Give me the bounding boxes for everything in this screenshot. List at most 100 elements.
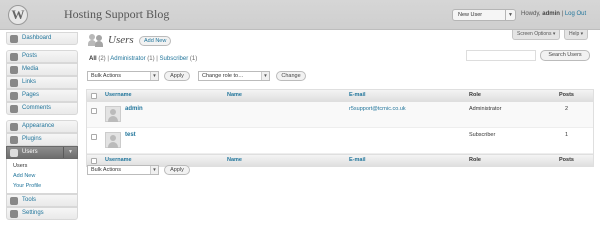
column-email[interactable]: E-mail	[349, 90, 366, 101]
dashboard-icon	[10, 35, 18, 43]
sidebar-item-label: Pages	[22, 92, 40, 98]
filter-all-count: (2)	[98, 56, 106, 62]
table-row: admin r5support@tcrnic.co.uk Administrat…	[87, 102, 593, 128]
table-row: test Subscriber 1	[87, 128, 593, 154]
row-checkbox[interactable]	[91, 134, 97, 140]
select-all-checkbox[interactable]	[91, 93, 97, 99]
plugins-icon	[10, 136, 18, 144]
username-link[interactable]: admin	[125, 106, 143, 112]
sidebar-item-label: Users	[22, 149, 38, 155]
sidebar-item-label: Media	[22, 66, 39, 72]
admin-header: W Hosting Support Blog New User ▼ Howdy,…	[0, 0, 600, 30]
sidebar-item-dashboard[interactable]: Dashboard	[6, 32, 78, 45]
select-all-checkbox[interactable]	[91, 158, 97, 164]
avatar	[105, 132, 121, 148]
sidebar-item-label: Plugins	[22, 136, 42, 142]
sidebar-item-label: Dashboard	[22, 35, 52, 41]
links-icon	[10, 79, 18, 87]
posts-count-link[interactable]: 2	[565, 106, 568, 112]
media-icon	[10, 66, 18, 74]
sidebar-item-label: Posts	[22, 53, 38, 59]
filter-subscriber-count: (1)	[189, 56, 198, 62]
filter-administrator-link[interactable]: Administrator	[110, 56, 145, 62]
appearance-icon	[10, 123, 18, 131]
favorite-actions-dropdown[interactable]: New User ▼	[452, 9, 516, 21]
filter-administrator-count: (1)	[147, 56, 155, 62]
sidebar-item-comments[interactable]: Comments	[6, 102, 78, 115]
comments-icon	[10, 105, 18, 113]
page-title: Users	[108, 34, 134, 46]
avatar	[105, 106, 121, 122]
role-cell: Subscriber	[469, 132, 496, 138]
column-email[interactable]: E-mail	[349, 155, 366, 166]
sidebar-item-label: Settings	[22, 210, 44, 216]
apply-button[interactable]: Apply	[164, 71, 190, 81]
posts-icon	[10, 53, 18, 61]
submenu-item-users[interactable]: Users	[13, 161, 77, 171]
chevron-down-icon: ▼	[150, 166, 158, 174]
sidebar-item-posts[interactable]: Posts	[6, 50, 78, 63]
column-username[interactable]: Username	[105, 90, 132, 101]
email-link[interactable]: r5support@tcrnic.co.uk	[349, 106, 406, 112]
change-role-label: Change role to…	[202, 73, 244, 79]
screen-options-button[interactable]: Screen Options ▾	[512, 30, 561, 40]
profile-link[interactable]: admin	[542, 11, 560, 17]
column-name[interactable]: Name	[227, 90, 242, 101]
bulk-actions-select-bottom[interactable]: Bulk Actions ▼	[87, 165, 159, 175]
sidebar-item-label: Links	[22, 79, 37, 85]
column-posts: Posts	[559, 92, 574, 98]
wordpress-logo-icon[interactable]: W	[8, 5, 28, 25]
sidebar-item-media[interactable]: Media	[6, 63, 78, 76]
users-table: Username Name E-mail Role Posts admin r5…	[86, 89, 594, 167]
sidebar-item-label: Appearance	[22, 123, 55, 129]
favorite-actions-label: New User	[458, 12, 483, 18]
table-footer: Username Name E-mail Role Posts	[87, 154, 593, 166]
bulk-actions-select[interactable]: Bulk Actions ▼	[87, 71, 159, 81]
bulk-actions-label: Bulk Actions	[91, 167, 121, 173]
sidebar-item-tools[interactable]: Tools	[6, 194, 78, 207]
howdy-text: Howdy,	[521, 11, 541, 17]
sidebar-item-settings[interactable]: Settings	[6, 207, 78, 220]
sidebar-item-label: Comments	[22, 105, 52, 111]
username-link[interactable]: test	[125, 132, 136, 138]
sidebar-item-plugins[interactable]: Plugins	[6, 133, 78, 146]
help-button[interactable]: Help ▾	[564, 30, 589, 40]
logout-link[interactable]: Log Out	[565, 11, 586, 17]
users-icon	[88, 33, 104, 47]
users-menu-icon	[10, 149, 18, 157]
chevron-down-icon: ▼	[150, 72, 158, 80]
column-posts: Posts	[559, 157, 574, 163]
search-users-button[interactable]: Search Users	[540, 50, 590, 61]
admin-sidebar: Dashboard Posts Media Links Pages Commen…	[6, 32, 78, 220]
settings-icon	[10, 210, 18, 218]
submenu-item-your-profile[interactable]: Your Profile	[13, 181, 77, 191]
column-name[interactable]: Name	[227, 155, 242, 166]
pages-icon	[10, 92, 18, 100]
row-checkbox[interactable]	[91, 108, 97, 114]
filter-subscriber-link[interactable]: Subscriber	[160, 56, 189, 62]
table-header: Username Name E-mail Role Posts	[87, 90, 593, 102]
role-filter-links: All (2) | Administrator (1) | Subscriber…	[89, 56, 198, 62]
site-title[interactable]: Hosting Support Blog	[64, 7, 169, 22]
add-new-button[interactable]: Add New	[139, 36, 172, 46]
sidebar-item-links[interactable]: Links	[6, 76, 78, 89]
sidebar-item-appearance[interactable]: Appearance	[6, 120, 78, 133]
sidebar-item-users[interactable]: Users ▼	[6, 146, 78, 159]
user-info: Howdy, admin | Log Out	[521, 11, 587, 17]
role-cell: Administrator	[469, 106, 502, 112]
sidebar-item-label: Tools	[22, 197, 37, 203]
change-button[interactable]: Change	[276, 71, 306, 81]
chevron-down-icon[interactable]: ▼	[505, 10, 515, 20]
submenu-item-add-new[interactable]: Add New	[13, 171, 77, 181]
filter-all-link[interactable]: All	[89, 56, 97, 62]
chevron-down-icon[interactable]: ▼	[63, 147, 77, 158]
change-role-select[interactable]: Change role to… ▼	[198, 71, 270, 81]
posts-count-link[interactable]: 1	[565, 132, 568, 138]
users-submenu: Users Add New Your Profile	[6, 159, 78, 194]
apply-button-bottom[interactable]: Apply	[164, 165, 190, 175]
column-role: Role	[469, 157, 481, 163]
tools-icon	[10, 197, 18, 205]
sidebar-item-pages[interactable]: Pages	[6, 89, 78, 102]
chevron-down-icon: ▼	[261, 72, 269, 80]
search-input[interactable]	[466, 50, 536, 61]
